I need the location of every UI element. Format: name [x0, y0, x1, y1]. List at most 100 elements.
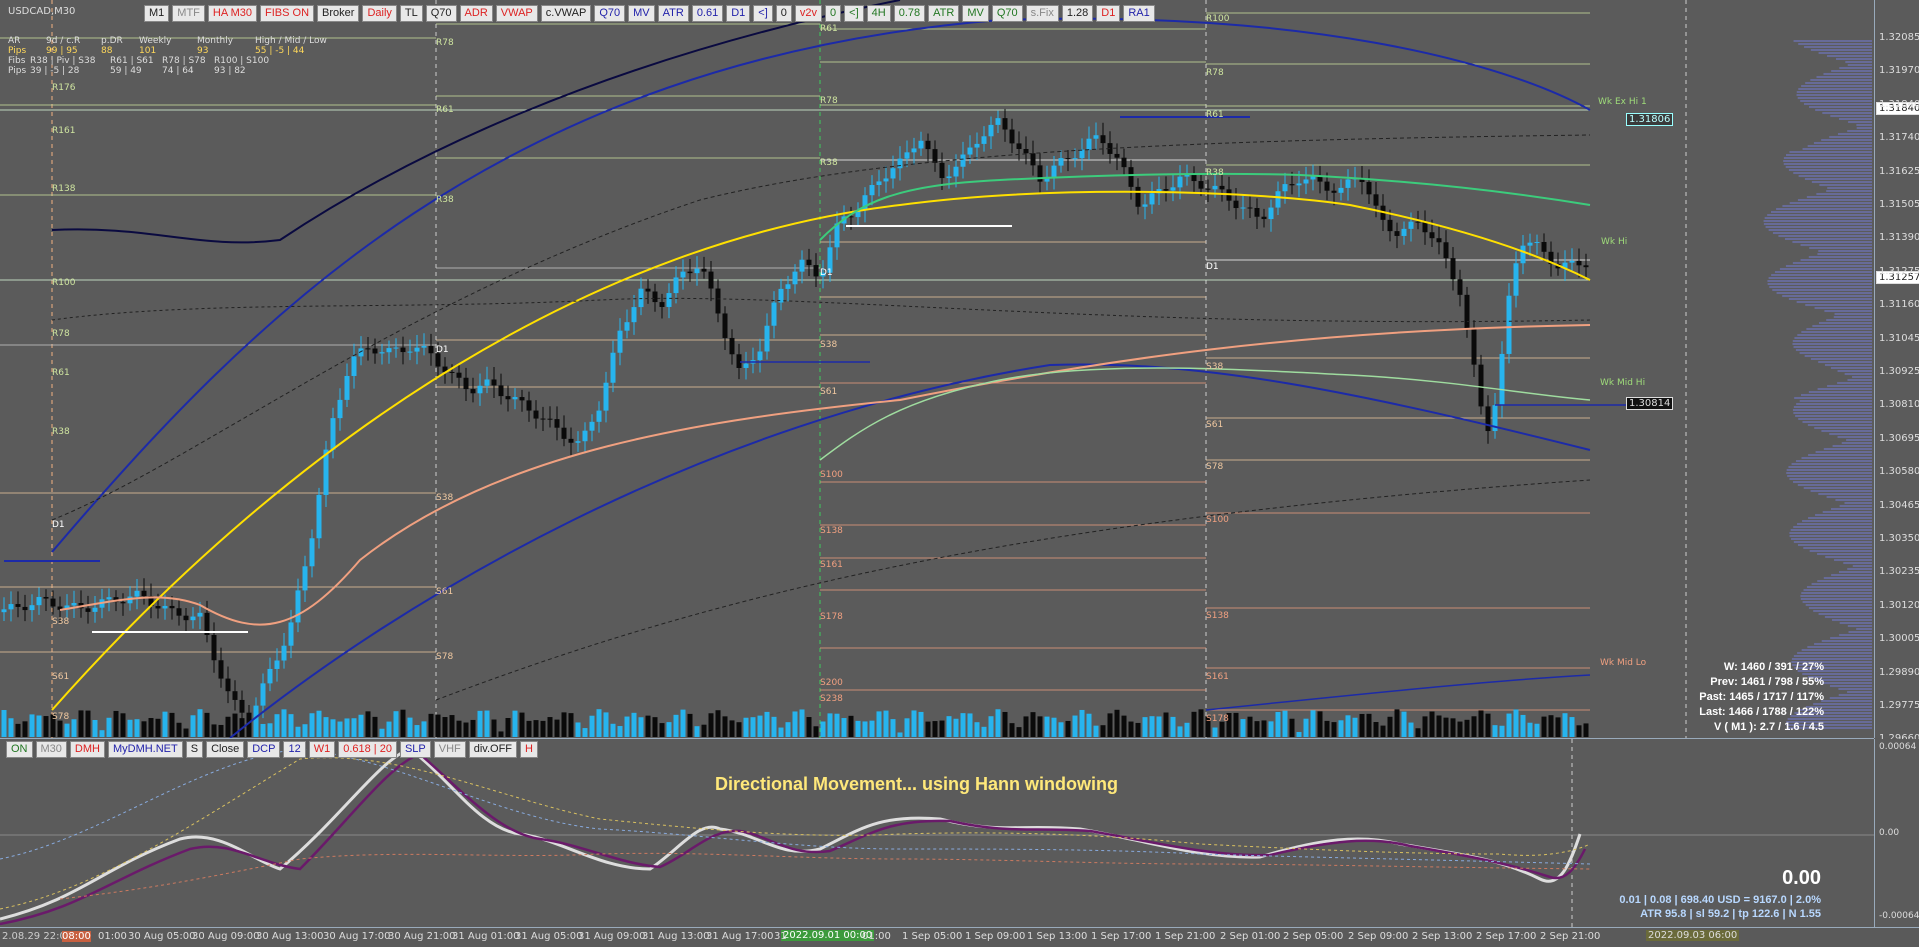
indicator-button-7[interactable]: Q70 [425, 5, 457, 22]
stat-cell: Pips [8, 46, 27, 56]
candle-body [1072, 158, 1078, 160]
volume-bar [1541, 716, 1547, 737]
volume-bar [680, 709, 686, 737]
volume-profile-bar [1794, 337, 1872, 339]
time-label: 2 Sep 13:00 [1412, 931, 1473, 942]
indicator-button-29[interactable]: RA1 [1123, 5, 1155, 22]
indicator-button-13[interactable]: ATR [657, 5, 689, 22]
osc-button-9[interactable]: 0.618 | 20 [338, 741, 397, 758]
indicator-button-14[interactable]: 0.61 [691, 5, 724, 22]
volume-profile-bar [1830, 115, 1872, 117]
indicator-button-6[interactable]: TL [399, 5, 423, 22]
candlestick-chart[interactable] [0, 0, 1874, 738]
stat-cell: 9d / c.R [46, 36, 81, 46]
volume-bar [834, 713, 840, 737]
volume-bar [1275, 711, 1281, 737]
indicator-button-1[interactable]: MTF [172, 5, 205, 22]
time-axis[interactable]: 2022.09.01 00:00 2022.09.03 06:00 2.08.2… [0, 927, 1919, 947]
indicator-button-8[interactable]: ADR [459, 5, 493, 22]
osc-button-10[interactable]: SLP [399, 741, 431, 758]
indicator-button-12[interactable]: MV [628, 5, 655, 22]
indicator-button-0[interactable]: M1 [144, 5, 170, 22]
dm-current-value: 0.00 [1782, 867, 1821, 889]
price-tick: 1.30580 [1879, 466, 1919, 478]
candle-body [1100, 135, 1106, 144]
osc-button-4[interactable]: S [185, 741, 204, 758]
volume-bar [113, 710, 119, 737]
volume-bar [722, 716, 728, 737]
fib-level-label: D1 [436, 345, 449, 355]
price-axis[interactable]: 1.31840 1.31257 1.32085 1.31970 1.31840 1.3… [1874, 0, 1919, 744]
oscillator-axis[interactable]: 0.00064 0.00 -0.00064 [1874, 739, 1919, 927]
volume-profile-bar [1829, 433, 1872, 435]
indicator-button-20[interactable]: <] [844, 5, 864, 22]
volume-profile-bar [1815, 514, 1872, 516]
osc-button-5[interactable]: Close [206, 741, 245, 758]
indicator-button-4[interactable]: Broker [317, 5, 360, 22]
indicator-button-11[interactable]: Q70 [594, 5, 626, 22]
osc-button-0[interactable]: ON [6, 741, 33, 758]
dm-oscillator-chart[interactable] [0, 739, 1874, 927]
osc-button-13[interactable]: H [520, 741, 538, 758]
candle-body [491, 379, 497, 386]
indicator-button-18[interactable]: v2v [794, 5, 823, 22]
volume-profile-bar [1818, 250, 1872, 252]
candle-body [1065, 158, 1071, 160]
volume-bar [701, 724, 707, 737]
fib-level-label: R38 [1206, 168, 1224, 178]
volume-bar [316, 710, 322, 737]
volume-profile-bar [1823, 448, 1872, 450]
osc-button-3[interactable]: MyDMH.NET [107, 741, 183, 758]
volume-bar [78, 710, 84, 737]
osc-button-7[interactable]: 12 [283, 741, 306, 758]
osc-button-2[interactable]: DMH [69, 741, 105, 758]
volume-profile-bar [1796, 91, 1872, 93]
main-price-chart[interactable]: USDCAD,M30 M1 MTF HA M30 FIBS ON Broker Daily… [0, 0, 1874, 739]
candle-body [1338, 187, 1344, 193]
candle-body [1079, 149, 1085, 159]
osc-button-1[interactable]: M30 [35, 741, 67, 758]
volume-bar [400, 709, 406, 737]
oscillator-line [0, 748, 1591, 865]
osc-button-11[interactable]: VHF [433, 741, 466, 758]
indicator-button-16[interactable]: <] [753, 5, 773, 22]
osc-button-6[interactable]: DCP [247, 741, 281, 758]
indicator-button-10[interactable]: c.VWAP [540, 5, 592, 22]
stat-cell: 74 | 64 [162, 66, 194, 76]
indicator-button-24[interactable]: MV [962, 5, 989, 22]
directional-movement-panel[interactable]: ON M30 DMH MyDMH.NET S Close DCP 12 W1 0.618 | 20… [0, 739, 1874, 927]
osc-button-8[interactable]: W1 [308, 741, 336, 758]
indicator-button-9[interactable]: VWAP [495, 5, 538, 22]
candle-body [1086, 138, 1092, 150]
volume-profile-bar [1800, 595, 1872, 597]
volume-bar [1562, 713, 1568, 737]
volume-profile-bar [1804, 178, 1872, 180]
candle-body [316, 494, 322, 539]
volume-bar [596, 709, 602, 737]
volume-bar [960, 713, 966, 737]
indicator-button-28[interactable]: D1 [1096, 5, 1121, 22]
volume-bar [1058, 722, 1064, 737]
osc-button-12[interactable]: div.OFF [468, 741, 518, 758]
indicator-button-17[interactable]: 0 [775, 5, 792, 22]
indicator-button-27[interactable]: 1.28 [1061, 5, 1094, 22]
indicator-button-5[interactable]: Daily [362, 5, 397, 22]
indicator-button-21[interactable]: 4H [866, 5, 891, 22]
indicator-button-25[interactable]: Q70 [991, 5, 1023, 22]
volume-profile-bar [1797, 652, 1872, 654]
indicator-button-22[interactable]: 0.78 [893, 5, 926, 22]
volume-profile-bar [1814, 427, 1872, 429]
indicator-button-2[interactable]: HA M30 [207, 5, 258, 22]
fib-level-label: S178 [820, 612, 843, 622]
volume-profile-bar [1818, 361, 1872, 363]
indicator-button-15[interactable]: D1 [726, 5, 751, 22]
indicator-button-23[interactable]: ATR [928, 5, 960, 22]
indicator-button-26[interactable]: s.Fix [1025, 5, 1059, 22]
indicator-button-3[interactable]: FIBS ON [260, 5, 315, 22]
fib-level-label: R100 [52, 278, 76, 288]
volume-bar [183, 728, 189, 737]
candle-body [666, 293, 672, 307]
volume-profile-bar [1770, 211, 1872, 213]
time-label: 30 Aug 09:00 [192, 931, 260, 942]
indicator-button-19[interactable]: 0 [825, 5, 842, 22]
